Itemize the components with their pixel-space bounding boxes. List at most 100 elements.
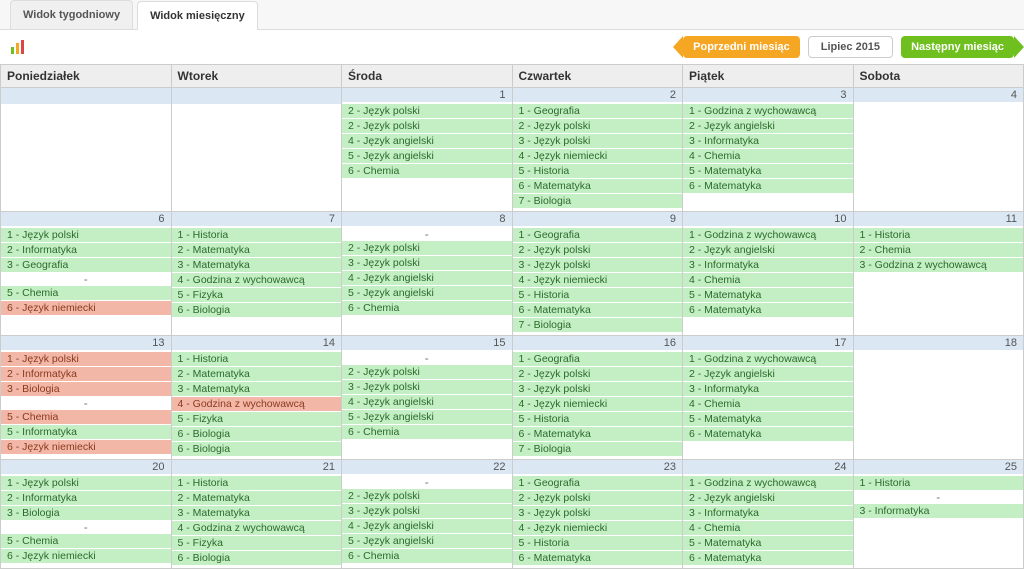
lesson-event[interactable]: 1 - Godzina z wychowawcą [683, 476, 853, 491]
chart-icon[interactable] [10, 39, 26, 55]
lesson-event[interactable]: 1 - Historia [854, 228, 1024, 243]
lesson-event[interactable]: 1 - Geografia [513, 104, 683, 119]
lesson-event[interactable]: 1 - Godzina z wychowawcą [683, 104, 853, 119]
day-cell[interactable]: 61 - Język polski2 - Informatyka3 - Geog… [1, 212, 172, 336]
day-cell[interactable] [1, 88, 172, 212]
day-cell[interactable]: 12 - Język polski2 - Język polski4 - Jęz… [342, 88, 513, 212]
lesson-event[interactable]: 3 - Język polski [342, 380, 512, 395]
lesson-event[interactable]: 2 - Język angielski [683, 367, 853, 382]
lesson-event[interactable]: 3 - Informatyka [683, 258, 853, 273]
lesson-event[interactable]: 1 - Godzina z wychowawcą [683, 352, 853, 367]
lesson-event[interactable]: 4 - Język angielski [342, 519, 512, 534]
lesson-event[interactable]: 1 - Geografia [513, 352, 683, 367]
month-picker[interactable]: Lipiec 2015 [808, 36, 893, 58]
lesson-event[interactable]: 2 - Chemia [854, 243, 1024, 258]
tab-monthly[interactable]: Widok miesięczny [137, 1, 258, 30]
lesson-event[interactable]: 5 - Fizyka [172, 412, 342, 427]
day-cell[interactable]: 71 - Historia2 - Matematyka3 - Matematyk… [172, 212, 343, 336]
lesson-event[interactable]: 3 - Matematyka [172, 382, 342, 397]
lesson-event[interactable]: 2 - Informatyka [1, 243, 171, 258]
lesson-event[interactable]: 2 - Język angielski [683, 243, 853, 258]
lesson-event[interactable]: 2 - Matematyka [172, 367, 342, 382]
day-cell[interactable]: 141 - Historia2 - Matematyka3 - Matematy… [172, 336, 343, 460]
lesson-event[interactable]: 6 - Matematyka [683, 303, 853, 318]
lesson-event[interactable]: 3 - Język polski [513, 258, 683, 273]
lesson-event[interactable]: 6 - Matematyka [683, 427, 853, 442]
day-cell[interactable]: 241 - Godzina z wychowawcą2 - Język angi… [683, 460, 854, 569]
lesson-event[interactable]: 3 - Język polski [342, 256, 512, 271]
lesson-event[interactable]: 3 - Biologia [1, 506, 171, 521]
day-cell[interactable]: 251 - Historia-3 - Informatyka [854, 460, 1024, 569]
lesson-event[interactable]: 3 - Godzina z wychowawcą [854, 258, 1024, 273]
lesson-event[interactable]: 2 - Język angielski [683, 491, 853, 506]
lesson-event[interactable]: 7 - Biologia [513, 194, 683, 209]
lesson-event[interactable]: 3 - Informatyka [683, 506, 853, 521]
lesson-event[interactable]: 5 - Język angielski [342, 534, 512, 549]
lesson-event[interactable]: 3 - Język polski [342, 504, 512, 519]
lesson-event[interactable]: 1 - Historia [854, 476, 1024, 491]
lesson-event[interactable]: 2 - Język angielski [683, 119, 853, 134]
lesson-event[interactable]: 3 - Informatyka [683, 134, 853, 149]
lesson-event[interactable]: 6 - Język niemiecki [1, 549, 171, 564]
lesson-event[interactable]: 3 - Język polski [513, 134, 683, 149]
lesson-event[interactable]: 1 - Historia [172, 228, 342, 243]
lesson-event[interactable]: 2 - Język polski [342, 104, 512, 119]
lesson-event[interactable]: 2 - Język polski [513, 491, 683, 506]
lesson-event[interactable]: 5 - Historia [513, 536, 683, 551]
day-cell[interactable]: 18 [854, 336, 1024, 460]
prev-month-button[interactable]: Poprzedni miesiąc [683, 36, 800, 58]
lesson-event[interactable]: 6 - Matematyka [513, 179, 683, 194]
lesson-event[interactable]: 2 - Matematyka [172, 491, 342, 506]
lesson-event[interactable]: 5 - Historia [513, 288, 683, 303]
lesson-event[interactable]: 6 - Chemia [342, 301, 512, 316]
lesson-event[interactable]: 2 - Język polski [513, 119, 683, 134]
lesson-event[interactable]: 1 - Język polski [1, 228, 171, 243]
day-cell[interactable]: 111 - Historia2 - Chemia3 - Godzina z wy… [854, 212, 1024, 336]
lesson-event[interactable]: 4 - Chemia [683, 397, 853, 412]
day-cell[interactable]: 211 - Historia2 - Matematyka3 - Matematy… [172, 460, 343, 569]
lesson-event[interactable]: 2 - Język polski [342, 489, 512, 504]
day-cell[interactable]: 21 - Geografia2 - Język polski3 - Język … [513, 88, 684, 212]
day-cell[interactable]: 171 - Godzina z wychowawcą2 - Język angi… [683, 336, 854, 460]
lesson-event[interactable]: 6 - Matematyka [513, 303, 683, 318]
lesson-event[interactable]: 3 - Geografia [1, 258, 171, 273]
lesson-event[interactable]: 4 - Chemia [683, 521, 853, 536]
lesson-event[interactable]: 5 - Fizyka [172, 536, 342, 551]
lesson-event[interactable]: 7 - Biologia [513, 442, 683, 457]
lesson-event[interactable]: 6 - Biologia [172, 303, 342, 318]
lesson-event[interactable]: 6 - Chemia [342, 164, 512, 179]
lesson-event[interactable]: 4 - Język niemiecki [513, 273, 683, 288]
next-month-button[interactable]: Następny miesiąc [901, 36, 1014, 58]
lesson-event[interactable]: 3 - Matematyka [172, 258, 342, 273]
lesson-event[interactable]: 3 - Informatyka [854, 504, 1024, 519]
lesson-event[interactable]: 5 - Matematyka [683, 164, 853, 179]
day-cell[interactable]: 131 - Język polski2 - Informatyka3 - Bio… [1, 336, 172, 460]
lesson-event[interactable]: 1 - Historia [172, 476, 342, 491]
lesson-event[interactable]: 3 - Biologia [1, 382, 171, 397]
lesson-event[interactable]: 6 - Matematyka [683, 551, 853, 566]
lesson-event[interactable]: 1 - Język polski [1, 476, 171, 491]
lesson-event[interactable]: 4 - Godzina z wychowawcą [172, 521, 342, 536]
lesson-event[interactable]: 5 - Język angielski [342, 286, 512, 301]
lesson-event[interactable]: 5 - Język angielski [342, 410, 512, 425]
lesson-event[interactable]: 6 - Chemia [342, 549, 512, 564]
day-cell[interactable]: 101 - Godzina z wychowawcą2 - Język angi… [683, 212, 854, 336]
tab-weekly[interactable]: Widok tygodniowy [10, 0, 133, 29]
lesson-event[interactable]: 1 - Język polski [1, 352, 171, 367]
lesson-event[interactable]: 4 - Język angielski [342, 271, 512, 286]
lesson-event[interactable]: 5 - Matematyka [683, 536, 853, 551]
lesson-event[interactable]: 6 - Matematyka [513, 427, 683, 442]
lesson-event[interactable]: 6 - Matematyka [683, 179, 853, 194]
lesson-event[interactable]: 2 - Język polski [513, 367, 683, 382]
day-cell[interactable]: 15-2 - Język polski3 - Język polski4 - J… [342, 336, 513, 460]
lesson-event[interactable]: 6 - Biologia [172, 442, 342, 457]
day-cell[interactable]: 22-2 - Język polski3 - Język polski4 - J… [342, 460, 513, 569]
lesson-event[interactable]: 4 - Chemia [683, 273, 853, 288]
lesson-event[interactable]: 5 - Chemia [1, 534, 171, 549]
lesson-event[interactable]: 6 - Język niemiecki [1, 301, 171, 316]
lesson-event[interactable]: 4 - Język angielski [342, 395, 512, 410]
day-cell[interactable]: 91 - Geografia2 - Język polski3 - Język … [513, 212, 684, 336]
lesson-event[interactable]: 5 - Matematyka [683, 412, 853, 427]
lesson-event[interactable]: 5 - Chemia [1, 286, 171, 301]
lesson-event[interactable]: 2 - Język polski [342, 119, 512, 134]
